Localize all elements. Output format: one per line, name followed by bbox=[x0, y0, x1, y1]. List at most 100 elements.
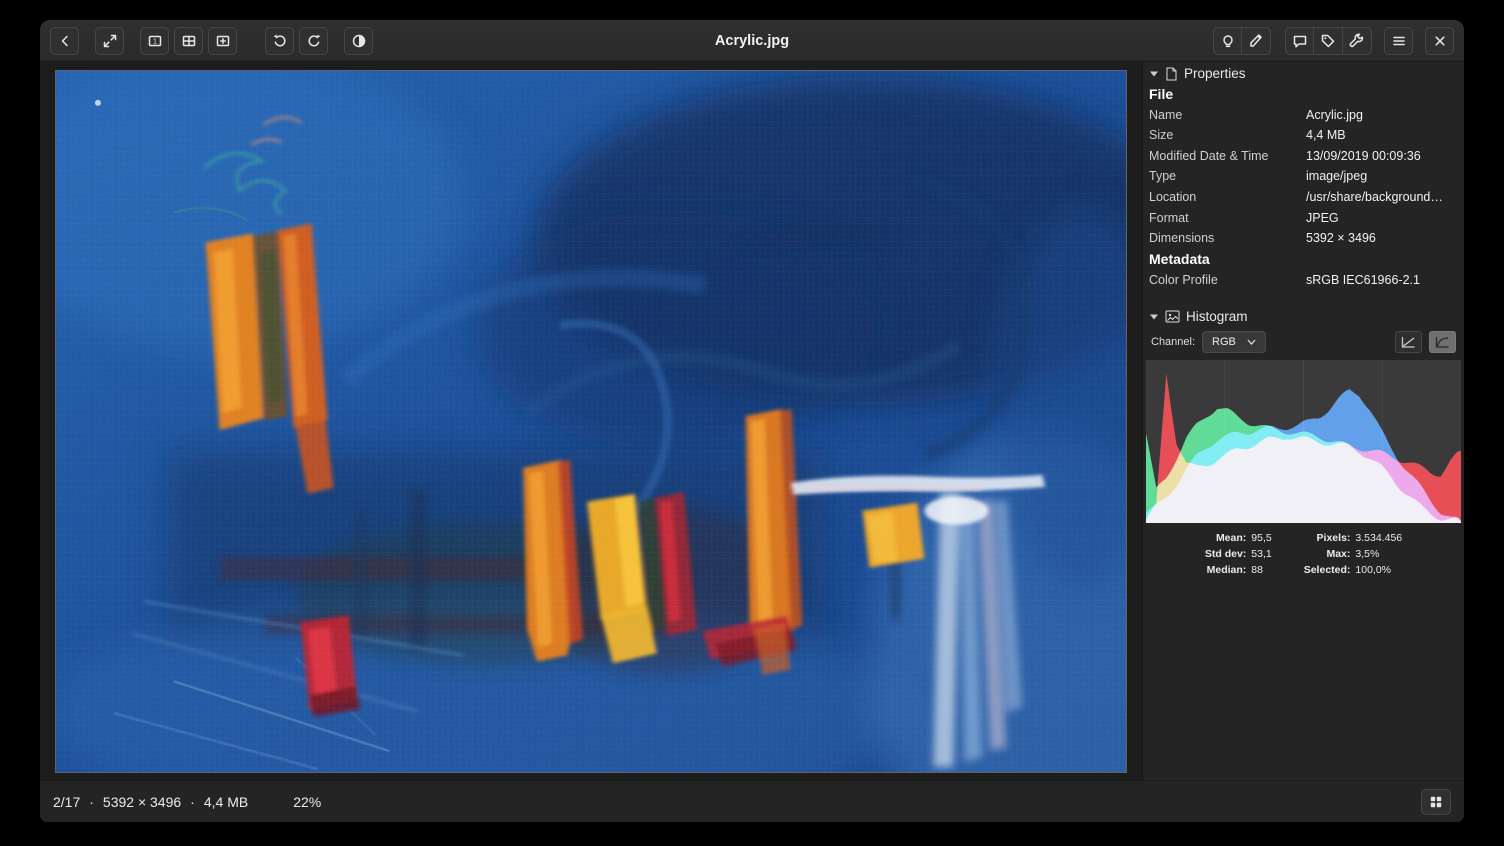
histogram-logarithmic-button[interactable] bbox=[1429, 331, 1456, 353]
content-area: Properties File Name Acrylic.jpg Size 4,… bbox=[40, 62, 1464, 780]
rotate-right-button[interactable] bbox=[299, 27, 328, 55]
stat-value: 3,5% bbox=[1355, 548, 1402, 560]
adjust-colors-button[interactable] bbox=[344, 27, 373, 55]
property-value: /usr/share/background… bbox=[1306, 190, 1460, 206]
property-value: 13/09/2019 00:09:36 bbox=[1306, 149, 1460, 165]
edit-button[interactable] bbox=[1242, 27, 1271, 55]
menu-icon bbox=[1391, 33, 1407, 49]
stat-label: Pixels: bbox=[1304, 532, 1351, 544]
status-position: 2/17 bbox=[53, 794, 80, 810]
image-viewer-window: 1 Acrylic.jpg bbox=[40, 20, 1464, 822]
zoom-in-button[interactable] bbox=[208, 27, 237, 55]
zoom-fit-icon bbox=[181, 33, 197, 49]
stats-column-right: Pixels: 3.534.456 Max: 3,5% Selected: 10… bbox=[1304, 532, 1402, 576]
stat-label: Selected: bbox=[1304, 564, 1351, 576]
property-label: Dimensions bbox=[1149, 231, 1306, 247]
stat-value: 3.534.456 bbox=[1355, 532, 1402, 544]
chevron-down-icon bbox=[1247, 339, 1256, 345]
property-value: JPEG bbox=[1306, 211, 1460, 227]
fullscreen-button[interactable] bbox=[95, 27, 124, 55]
stat-label: Mean: bbox=[1205, 532, 1246, 544]
property-label: Name bbox=[1149, 108, 1306, 124]
channel-value: RGB bbox=[1212, 336, 1236, 348]
image-viewer-canvas[interactable] bbox=[40, 62, 1142, 780]
property-row: Location /usr/share/background… bbox=[1149, 188, 1460, 209]
property-row: Modified Date & Time 13/09/2019 00:09:36 bbox=[1149, 146, 1460, 167]
comment-icon bbox=[1292, 33, 1308, 49]
histogram-title: Histogram bbox=[1186, 309, 1248, 324]
log-scale-icon bbox=[1435, 336, 1450, 348]
property-value: image/jpeg bbox=[1306, 169, 1460, 185]
properties-table: File Name Acrylic.jpg Size 4,4 MB Modifi… bbox=[1143, 84, 1464, 295]
properties-title: Properties bbox=[1184, 66, 1246, 81]
close-icon bbox=[1432, 33, 1448, 49]
status-separator: · bbox=[89, 794, 94, 810]
stat-label: Max: bbox=[1304, 548, 1351, 560]
property-label: Type bbox=[1149, 169, 1306, 185]
status-zoom-level: 22% bbox=[293, 794, 321, 810]
stat-value: 53,1 bbox=[1251, 548, 1271, 560]
stat-value: 88 bbox=[1251, 564, 1271, 576]
grid-view-button[interactable] bbox=[1421, 789, 1451, 815]
channel-select[interactable]: RGB bbox=[1202, 331, 1266, 353]
rotate-left-icon bbox=[272, 33, 288, 49]
lightbulb-icon bbox=[1220, 33, 1236, 49]
histogram-expander[interactable]: Histogram bbox=[1143, 305, 1464, 327]
zoom-original-button[interactable]: 1 bbox=[140, 27, 169, 55]
status-dimensions: 5392 × 3496 bbox=[103, 794, 181, 810]
comment-button[interactable] bbox=[1285, 27, 1314, 55]
stat-label: Median: bbox=[1205, 564, 1246, 576]
property-row: Format JPEG bbox=[1149, 208, 1460, 229]
zoom-fit-button[interactable] bbox=[174, 27, 203, 55]
metadata-tools-group bbox=[1285, 27, 1372, 55]
zoom-in-icon bbox=[215, 33, 231, 49]
tools-button[interactable] bbox=[1343, 27, 1372, 55]
stats-column-left: Mean: 95,5 Std dev: 53,1 Median: 88 bbox=[1205, 532, 1272, 576]
property-row: Size 4,4 MB bbox=[1149, 126, 1460, 147]
stat-value: 100,0% bbox=[1355, 564, 1402, 576]
property-row: Color Profile sRGB IEC61966-2.1 bbox=[1149, 270, 1460, 291]
histogram-stats: Mean: 95,5 Std dev: 53,1 Median: 88 Pixe… bbox=[1143, 523, 1464, 585]
histogram-panel bbox=[1146, 360, 1461, 523]
statusbar: 2/17 · 5392 × 3496 · 4,4 MB 22% bbox=[40, 780, 1464, 822]
section-heading-file: File bbox=[1149, 84, 1460, 105]
channel-label: Channel: bbox=[1151, 336, 1195, 348]
back-button[interactable] bbox=[50, 27, 79, 55]
close-button[interactable] bbox=[1425, 27, 1454, 55]
property-label: Size bbox=[1149, 128, 1306, 144]
property-row: Dimensions 5392 × 3496 bbox=[1149, 229, 1460, 250]
properties-expander[interactable]: Properties bbox=[1143, 62, 1464, 84]
properties-sidebar: Properties File Name Acrylic.jpg Size 4,… bbox=[1142, 62, 1464, 780]
stat-label: Std dev: bbox=[1205, 548, 1246, 560]
property-label: Format bbox=[1149, 211, 1306, 227]
image-icon bbox=[1165, 310, 1180, 323]
expander-arrow-icon bbox=[1149, 313, 1159, 321]
zoom-original-label: 1 bbox=[152, 36, 156, 45]
adjust-colors-icon bbox=[351, 33, 367, 49]
tag-button[interactable] bbox=[1314, 27, 1343, 55]
histogram-linear-button[interactable] bbox=[1395, 331, 1422, 353]
property-label: Color Profile bbox=[1149, 273, 1306, 289]
enhance-edit-group bbox=[1213, 27, 1271, 55]
fullscreen-icon bbox=[102, 33, 118, 49]
back-icon bbox=[57, 33, 73, 49]
acrylic-painting bbox=[56, 71, 1126, 772]
stat-value: 95,5 bbox=[1251, 532, 1271, 544]
pencil-icon bbox=[1248, 33, 1264, 49]
rotate-right-icon bbox=[306, 33, 322, 49]
rotate-left-button[interactable] bbox=[265, 27, 294, 55]
lightbulb-button[interactable] bbox=[1213, 27, 1242, 55]
property-value: Acrylic.jpg bbox=[1306, 108, 1460, 124]
status-separator: · bbox=[190, 794, 195, 810]
file-icon bbox=[1165, 67, 1178, 81]
wrench-icon bbox=[1349, 33, 1365, 49]
menu-button[interactable] bbox=[1384, 27, 1413, 55]
property-value: 4,4 MB bbox=[1306, 128, 1460, 144]
property-row: Name Acrylic.jpg bbox=[1149, 105, 1460, 126]
property-label: Location bbox=[1149, 190, 1306, 206]
status-file-size: 4,4 MB bbox=[204, 794, 248, 810]
property-value: 5392 × 3496 bbox=[1306, 231, 1460, 247]
photo-acrylic bbox=[55, 70, 1127, 773]
property-label: Modified Date & Time bbox=[1149, 149, 1306, 165]
histogram-plot bbox=[1146, 360, 1461, 523]
